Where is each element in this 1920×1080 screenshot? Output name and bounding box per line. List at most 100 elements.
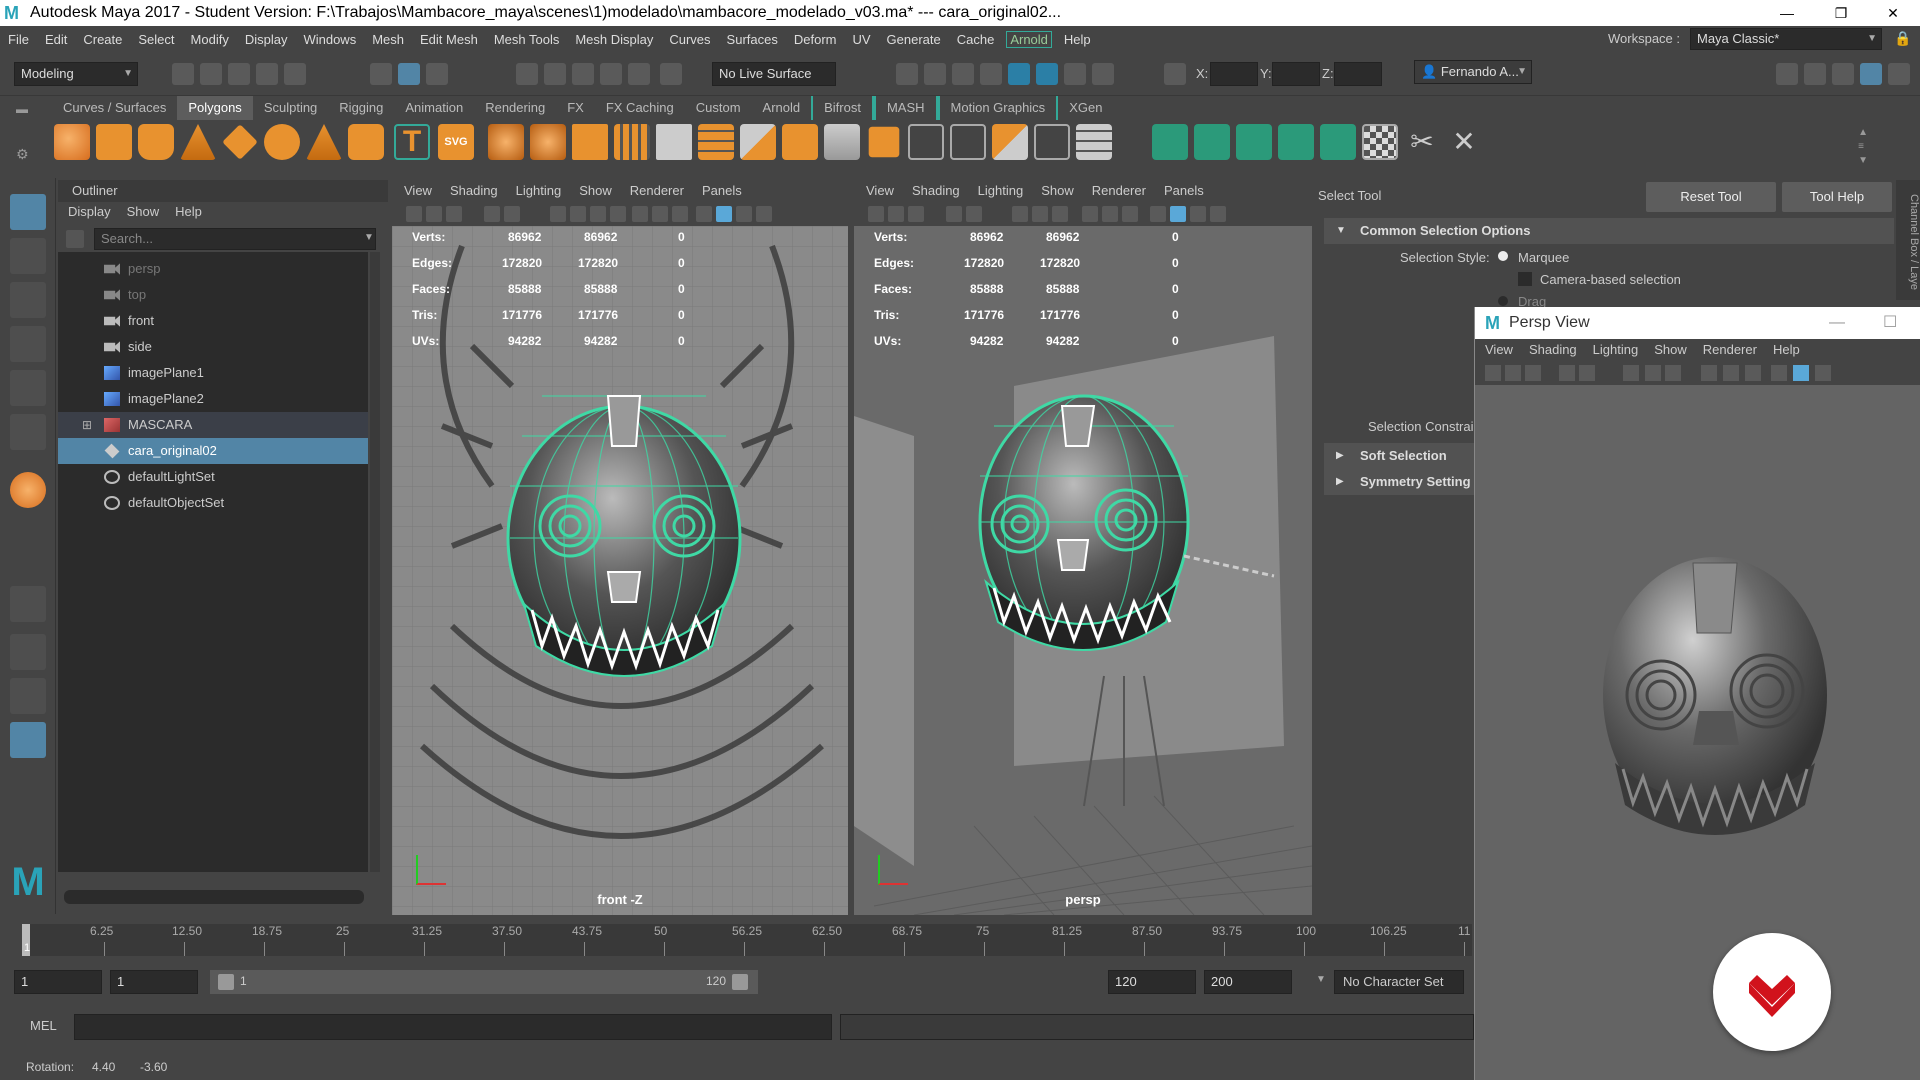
list-item[interactable]: persp	[58, 256, 368, 282]
uv-unfold-icon[interactable]	[1320, 124, 1356, 160]
menu-mesh-display[interactable]: Mesh Display	[567, 32, 661, 47]
select-object-icon[interactable]	[398, 63, 420, 85]
bevel-icon[interactable]	[698, 124, 734, 160]
paint-select-tool-icon[interactable]	[10, 282, 46, 318]
shelf-tab-sculpting[interactable]: Sculpting	[253, 96, 328, 120]
list-item[interactable]: front	[58, 308, 368, 334]
undo-icon[interactable]	[256, 63, 278, 85]
menu-arnold[interactable]: Arnold	[1006, 30, 1052, 48]
mirror-icon[interactable]	[572, 124, 608, 160]
animation-end-field[interactable]: 200	[1204, 970, 1292, 994]
field-chart-icon[interactable]	[632, 206, 648, 222]
safe-title-icon[interactable]	[1102, 206, 1118, 222]
film-gate-icon[interactable]	[570, 206, 586, 222]
persp-menu-lighting[interactable]: Lighting	[1593, 339, 1639, 361]
camera-select-icon[interactable]	[406, 206, 422, 222]
close-button[interactable]: ✕	[1866, 0, 1920, 26]
viewport-menu-show[interactable]: Show	[1041, 180, 1074, 202]
common-selection-options-header[interactable]: ▼ Common Selection Options	[1324, 218, 1894, 244]
arnold-render-view-icon[interactable]	[1036, 63, 1058, 85]
history-icon[interactable]	[660, 63, 682, 85]
viewport-menu-renderer[interactable]: Renderer	[630, 180, 684, 202]
list-item[interactable]: imagePlane2	[58, 386, 368, 412]
rotate-tool-icon[interactable]	[10, 370, 46, 406]
menu-help[interactable]: Help	[1056, 32, 1099, 47]
camera-based-checkbox[interactable]	[1518, 272, 1532, 286]
menu-cache[interactable]: Cache	[949, 32, 1003, 47]
shelf-tab-custom[interactable]: Custom	[685, 96, 752, 120]
ipr-render-icon[interactable]	[952, 63, 974, 85]
list-item[interactable]: ⊞ MASCARA	[58, 412, 368, 438]
x-field[interactable]	[1210, 62, 1258, 86]
target-weld-icon[interactable]	[1034, 124, 1070, 160]
uv-cut-icon[interactable]: ✂	[1404, 124, 1440, 160]
viewport-menu-view[interactable]: View	[404, 180, 432, 202]
range-end-handle[interactable]	[732, 974, 748, 990]
poly-type-icon[interactable]: T	[394, 124, 430, 160]
camera-select-icon[interactable]	[1485, 365, 1501, 381]
menu-surfaces[interactable]: Surfaces	[719, 32, 786, 47]
wireframe-icon[interactable]	[696, 206, 712, 222]
snap-surface-icon[interactable]	[628, 63, 650, 85]
marquee-radio[interactable]	[1498, 251, 1508, 261]
persp-menu-show[interactable]: Show	[1654, 339, 1687, 361]
restore-button[interactable]: ❐	[1814, 0, 1868, 26]
shelf-menu-icon[interactable]: ▬	[16, 102, 38, 118]
shelf-tab-xgen[interactable]: XGen	[1058, 96, 1113, 120]
transform-mode-icon[interactable]	[1164, 63, 1186, 85]
expand-icon[interactable]: ⊞	[82, 412, 92, 438]
hypershade-icon[interactable]	[1008, 63, 1030, 85]
persp-menu-renderer[interactable]: Renderer	[1703, 339, 1757, 361]
uv-cylindrical-icon[interactable]	[1194, 124, 1230, 160]
grease-pencil-icon[interactable]	[1579, 365, 1595, 381]
persp-viewport[interactable]: View Shading Lighting Show Renderer Pane…	[854, 180, 1312, 915]
poly-pyramid-icon[interactable]	[306, 124, 342, 160]
bookmark-icon[interactable]	[908, 206, 924, 222]
smooth-shade-icon[interactable]	[1793, 365, 1809, 381]
viewport-menu-show[interactable]: Show	[579, 180, 612, 202]
camera-attributes-icon[interactable]	[426, 206, 442, 222]
reset-tool-button[interactable]: Reset Tool	[1646, 182, 1776, 212]
redo-icon[interactable]	[284, 63, 306, 85]
animation-start-field[interactable]: 1	[14, 970, 102, 994]
grid-icon[interactable]	[550, 206, 566, 222]
resolution-gate-icon[interactable]	[590, 206, 606, 222]
shelf-tab-arnold[interactable]: Arnold	[752, 96, 812, 120]
shelf-tab-rendering[interactable]: Rendering	[474, 96, 556, 120]
list-item[interactable]: cara_original02	[58, 438, 368, 464]
poly-cylinder-icon[interactable]	[138, 124, 174, 160]
insert-edge-loop-icon[interactable]	[908, 124, 944, 160]
separate-icon[interactable]	[530, 124, 566, 160]
scale-tool-icon[interactable]	[10, 414, 46, 450]
tool-help-button[interactable]: Tool Help	[1782, 182, 1892, 212]
use-default-material-icon[interactable]	[736, 206, 752, 222]
image-plane-toggle-icon[interactable]	[1559, 365, 1575, 381]
user-account-dropdown[interactable]: 👤 Fernando A... ▼	[1414, 60, 1532, 84]
menu-uv[interactable]: UV	[844, 32, 878, 47]
new-scene-icon[interactable]	[172, 63, 194, 85]
use-default-material-icon[interactable]	[1190, 206, 1206, 222]
outliner-layout-icon[interactable]	[10, 722, 46, 758]
outliner-scrollbar[interactable]	[370, 252, 380, 872]
wireframe-icon[interactable]	[1771, 365, 1787, 381]
multi-cut-icon[interactable]	[740, 124, 776, 160]
viewport-menu-lighting[interactable]: Lighting	[516, 180, 562, 202]
viewport-menu-renderer[interactable]: Renderer	[1092, 180, 1146, 202]
list-item[interactable]: top	[58, 282, 368, 308]
safe-title-icon[interactable]	[672, 206, 688, 222]
poly-pipe-icon[interactable]	[348, 124, 384, 160]
chevron-down-icon[interactable]: ▼	[1316, 974, 1326, 985]
layers-icon[interactable]	[1888, 63, 1910, 85]
append-polygon-icon[interactable]	[868, 126, 900, 158]
outliner-search-input[interactable]: Search...	[94, 228, 376, 250]
menu-create[interactable]: Create	[75, 32, 130, 47]
viewport-menu-panels[interactable]: Panels	[702, 180, 742, 202]
menu-curves[interactable]: Curves	[661, 32, 718, 47]
outliner-menu-help[interactable]: Help	[175, 204, 202, 219]
mel-label[interactable]: MEL	[30, 1018, 57, 1033]
maximize-icon[interactable]: ☐	[1883, 307, 1897, 339]
lock-icon[interactable]: 🔒	[1894, 30, 1911, 47]
outliner-menu-show[interactable]: Show	[127, 204, 160, 219]
menu-modify[interactable]: Modify	[183, 32, 237, 47]
soft-selection-header[interactable]: ▶ Soft Selection	[1324, 443, 1474, 469]
